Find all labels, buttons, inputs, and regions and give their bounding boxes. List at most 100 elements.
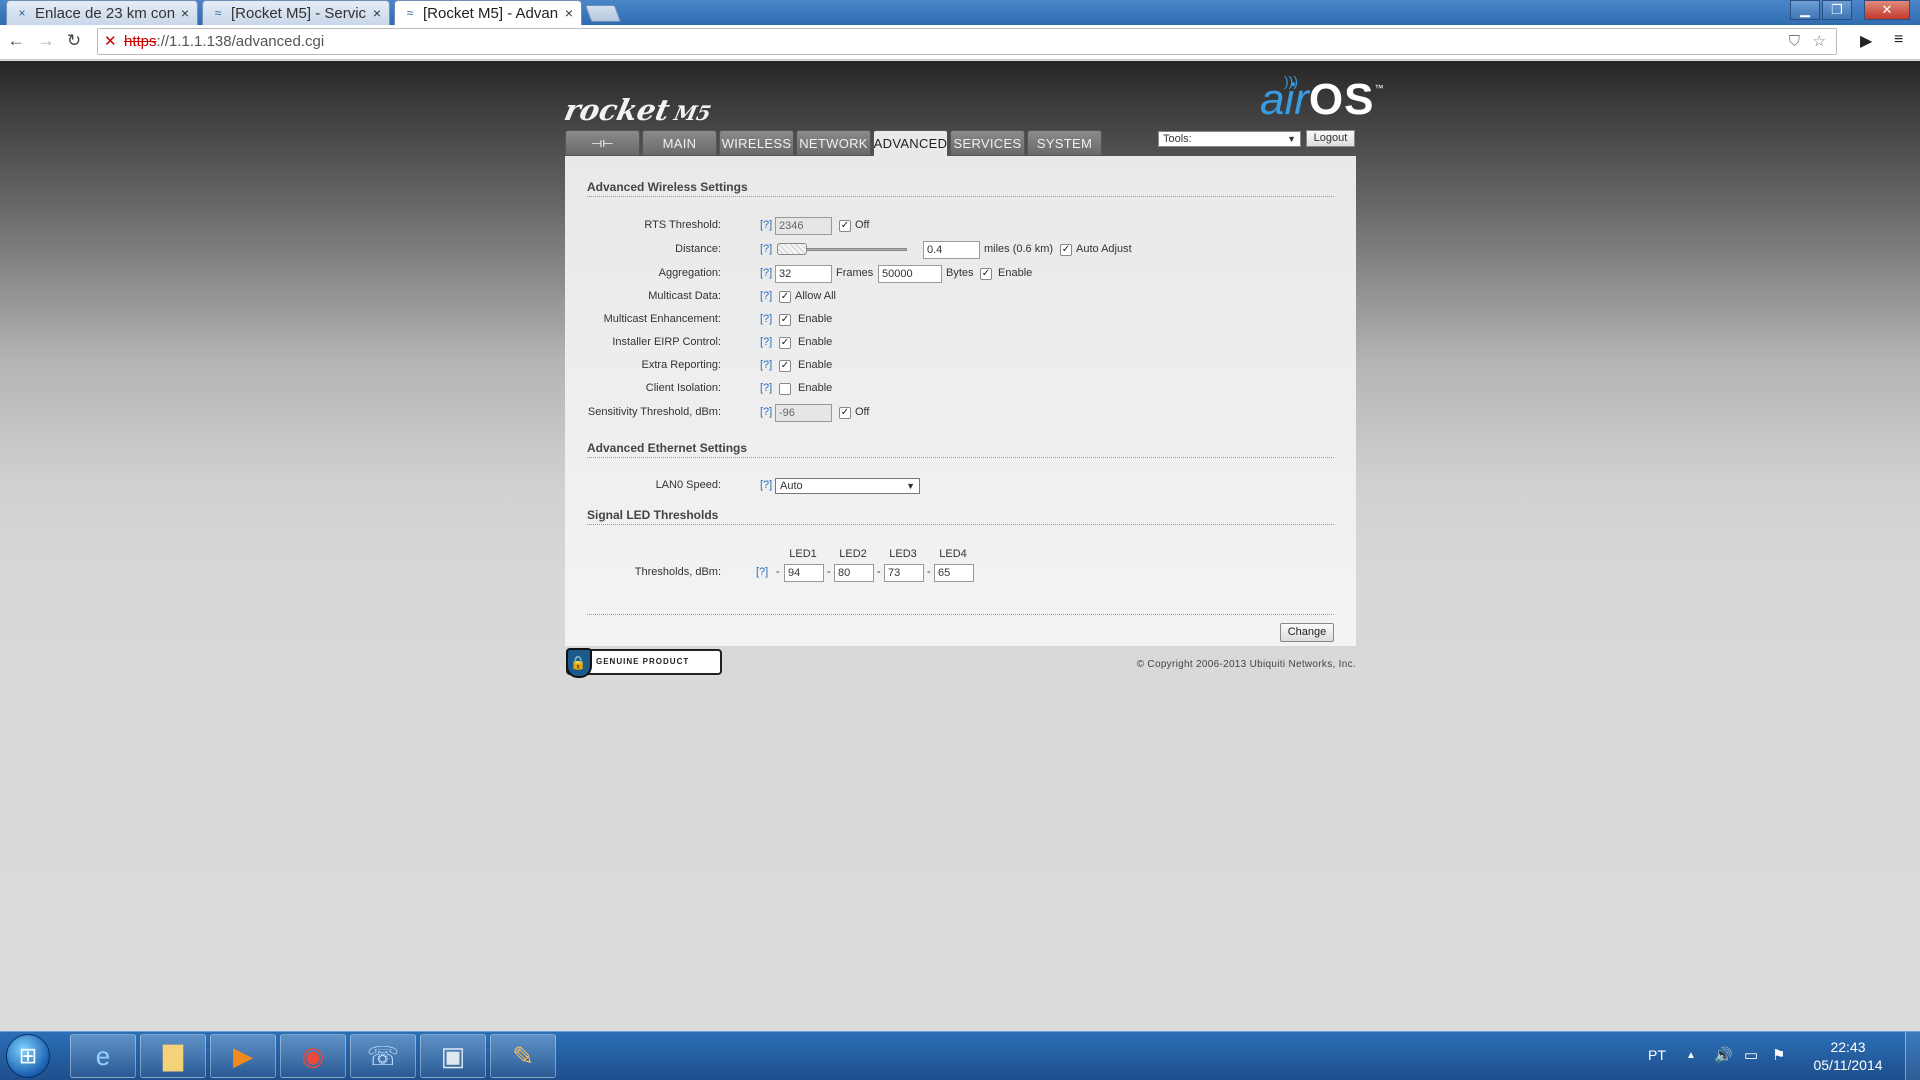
tab-close-icon[interactable]: × — [565, 5, 573, 21]
forward-icon[interactable]: → — [36, 31, 56, 51]
extra-reporting-checkbox[interactable]: ✓ — [779, 360, 791, 372]
tray-expand-icon[interactable]: ▲ — [1686, 1050, 1696, 1061]
paint-icon[interactable]: ✎ — [490, 1034, 556, 1078]
client-isolation-checkbox[interactable] — [779, 383, 791, 395]
aggregation-bytes-input[interactable]: 50000 — [878, 265, 942, 283]
help-link[interactable]: [?] — [760, 406, 772, 418]
help-link[interactable]: [?] — [760, 359, 772, 371]
help-link[interactable]: [?] — [760, 219, 772, 231]
multicast-data-label: Multicast Data: — [648, 290, 721, 302]
logout-button[interactable]: Logout — [1306, 130, 1355, 147]
browser-tab-2[interactable]: ≈ [Rocket M5] - Servic × — [202, 0, 390, 25]
reload-icon[interactable]: ↻ — [64, 31, 84, 51]
led4-threshold-input[interactable]: 65 — [934, 564, 974, 582]
tab-label: SYSTEM — [1036, 135, 1093, 151]
distance-input[interactable]: 0.4 — [923, 241, 980, 259]
row-extra-reporting: Extra Reporting: [?] ✓ Enable — [565, 357, 1356, 375]
distance-slider[interactable] — [777, 243, 907, 255]
file-explorer-icon[interactable]: ▇ — [140, 1034, 206, 1078]
maximize-button[interactable]: ❐ — [1822, 0, 1852, 20]
new-tab-button[interactable] — [584, 5, 622, 22]
aggregation-enable-checkbox[interactable]: ✓ — [980, 268, 992, 280]
slider-handle[interactable] — [777, 243, 807, 255]
extension-play-icon[interactable]: ▶ — [1860, 31, 1872, 51]
media-player-icon[interactable]: ▶ — [210, 1034, 276, 1078]
row-led-thresholds: Thresholds, dBm: [?] - 94 - 80 - 73 - 65 — [565, 564, 1356, 582]
help-link[interactable]: [?] — [760, 336, 772, 348]
help-link[interactable]: [?] — [760, 382, 772, 394]
form-divider — [587, 614, 1334, 615]
tab-ubnt-logo[interactable]: ⟞⟝ — [565, 130, 640, 155]
tab-close-icon[interactable]: × — [181, 5, 189, 21]
rts-threshold-input[interactable]: 2346 — [775, 217, 832, 235]
tab-network[interactable]: NETWORK — [796, 130, 871, 155]
dropdown-arrow-icon: ▼ — [906, 481, 915, 491]
back-icon[interactable]: ← — [6, 31, 26, 51]
main-nav-tabs: ⟞⟝ MAIN WIRELESS NETWORK ADVANCED SERVIC… — [565, 130, 1102, 156]
change-button[interactable]: Change — [1280, 623, 1334, 642]
action-center-flag-icon[interactable]: ⚑ — [1772, 1046, 1785, 1064]
close-window-button[interactable]: ✕ — [1864, 0, 1910, 20]
led3-header: LED3 — [889, 548, 917, 560]
led1-header: LED1 — [789, 548, 817, 560]
network-tool-icon[interactable]: ▣ — [420, 1034, 486, 1078]
language-indicator[interactable]: PT — [1648, 1047, 1666, 1063]
genuine-product-badge: 🔒 GENUINE PRODUCT — [566, 648, 722, 678]
chrome-icon[interactable]: ◉ — [280, 1034, 346, 1078]
multicast-enhancement-checkbox[interactable]: ✓ — [779, 314, 791, 326]
row-lan0-speed: LAN0 Speed: [?] Auto ▼ — [565, 477, 1356, 495]
shield-icon[interactable]: ⛉ — [1789, 29, 1800, 54]
help-link[interactable]: [?] — [756, 566, 768, 578]
aggregation-frames-input[interactable]: 32 — [775, 265, 832, 283]
led1-threshold-input[interactable]: 94 — [784, 564, 824, 582]
sensitivity-threshold-input[interactable]: -96 — [775, 404, 832, 422]
help-link[interactable]: [?] — [760, 267, 772, 279]
led2-threshold-input[interactable]: 80 — [834, 564, 874, 582]
dash: - — [827, 566, 831, 578]
browser-tab-1[interactable]: × Enlace de 23 km con × — [6, 0, 198, 25]
section-title-led: Signal LED Thresholds — [587, 508, 1334, 525]
rocket-logo: rocketM5 — [561, 93, 715, 127]
minimize-button[interactable]: ▁ — [1790, 0, 1820, 20]
help-link[interactable]: [?] — [760, 313, 772, 325]
sensitivity-off-checkbox[interactable]: ✓ — [839, 407, 851, 419]
network-icon[interactable]: ▭ — [1744, 1046, 1758, 1064]
address-bar[interactable]: ✕ https://1.1.1.138/advanced.cgi ⛉ ☆ — [97, 28, 1837, 55]
installer-eirp-checkbox[interactable]: ✓ — [779, 337, 791, 349]
lan0-speed-select[interactable]: Auto ▼ — [775, 478, 920, 494]
help-link[interactable]: [?] — [760, 479, 772, 491]
tab-system[interactable]: SYSTEM — [1027, 130, 1102, 155]
url-path: ://1.1.1.138/advanced.cgi — [156, 33, 325, 50]
product-name: rocket — [561, 93, 673, 127]
browser-tab-strip: × Enlace de 23 km con × ≈ [Rocket M5] - … — [0, 0, 1920, 25]
show-desktop-button[interactable] — [1905, 1032, 1920, 1080]
led3-threshold-input[interactable]: 73 — [884, 564, 924, 582]
tab-services[interactable]: SERVICES — [950, 130, 1025, 155]
auto-adjust-checkbox[interactable]: ✓ — [1060, 244, 1072, 256]
browser-tab-3-active[interactable]: ≈ [Rocket M5] - Advan × — [394, 0, 582, 25]
ubiquiti-logo-icon: ⟞⟝ — [591, 135, 614, 150]
system-clock[interactable]: 22:43 05/11/2014 — [1808, 1038, 1888, 1074]
wifi-waves-icon: ))) — [1284, 73, 1298, 89]
insecure-lock-icon[interactable]: ✕ — [104, 29, 117, 54]
internet-explorer-icon[interactable]: e — [70, 1034, 136, 1078]
start-button[interactable]: ⊞ — [6, 1034, 50, 1078]
tab-main[interactable]: MAIN — [642, 130, 717, 155]
bytes-unit: Bytes — [946, 267, 974, 279]
help-link[interactable]: [?] — [760, 290, 772, 302]
tab-advanced[interactable]: ADVANCED — [873, 130, 948, 156]
menu-icon[interactable]: ≡ — [1894, 31, 1903, 49]
dash: - — [776, 566, 780, 578]
dropdown-arrow-icon: ▼ — [1287, 134, 1296, 144]
tools-dropdown[interactable]: Tools: ▼ — [1158, 131, 1301, 147]
help-link[interactable]: [?] — [760, 243, 772, 255]
phone-app-icon[interactable]: ☏ — [350, 1034, 416, 1078]
volume-icon[interactable]: 🔊 — [1714, 1046, 1733, 1064]
aggregation-enable-label: Enable — [998, 267, 1033, 279]
bookmark-star-icon[interactable]: ☆ — [1813, 29, 1826, 54]
tab-wireless[interactable]: WIRELESS — [719, 130, 794, 155]
led4-header: LED4 — [939, 548, 967, 560]
tab-close-icon[interactable]: × — [373, 5, 381, 21]
multicast-allow-all-checkbox[interactable]: ✓ — [779, 291, 791, 303]
rts-off-checkbox[interactable]: ✓ — [839, 220, 851, 232]
